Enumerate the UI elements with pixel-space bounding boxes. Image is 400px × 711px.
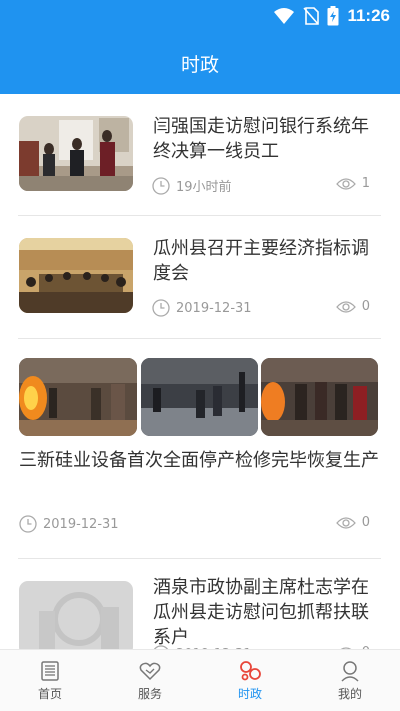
eye-icon — [335, 300, 356, 313]
news-time: 19小时前 — [152, 176, 232, 195]
news-views: 1 — [335, 176, 370, 191]
page-title: 时政 — [180, 53, 219, 76]
news-views-count: 0 — [361, 515, 370, 530]
news-thumbnail — [141, 358, 258, 436]
news-title[interactable]: 三新硅业设备首次全面停产检修完毕恢复生产 — [19, 448, 381, 473]
news-item[interactable]: 瓜州县召开主要经济指标调度会 2019-12-31 0 — [0, 216, 400, 338]
clock-time: 11:26 — [347, 6, 390, 25]
news-time: 2019-12-31 — [19, 515, 119, 533]
news-views: 0 — [335, 299, 370, 314]
news-views-count: 0 — [361, 299, 370, 314]
news-views: 0 — [335, 515, 370, 530]
nav-label: 时政 — [237, 686, 262, 701]
eye-icon — [335, 177, 356, 190]
news-title[interactable]: 酒泉市政协副主席杜志学在瓜州县走访慰问包抓帮扶联系户 — [153, 575, 377, 649]
bottom-nav: 首页 服务 时政 我的 — [0, 649, 400, 711]
status-bar: 11:26 — [0, 0, 400, 32]
news-thumbnail — [19, 358, 137, 436]
news-title[interactable]: 闫强国走访慰问银行系统年终决算一线员工 — [153, 114, 377, 164]
nav-label: 我的 — [337, 686, 362, 701]
news-time-text: 2019-12-31 — [43, 516, 119, 532]
battery-charging-icon — [327, 6, 339, 26]
nav-mine[interactable]: 我的 — [300, 650, 400, 711]
nav-service[interactable]: 服务 — [100, 650, 200, 711]
news-time-text: 19小时前 — [176, 180, 232, 195]
nav-label: 首页 — [37, 686, 62, 701]
news-title[interactable]: 瓜州县召开主要经济指标调度会 — [153, 236, 377, 286]
news-rings-icon — [240, 660, 261, 680]
news-item[interactable]: 闫强国走访慰问银行系统年终决算一线员工 19小时前 1 — [0, 94, 400, 215]
home-icon — [41, 660, 59, 681]
news-item[interactable]: 酒泉市政协副主席杜志学在瓜州县走访慰问包抓帮扶联系户 2019-12-31 0 — [0, 559, 400, 649]
news-thumbnail — [19, 581, 133, 649]
clock-icon — [152, 299, 170, 317]
nav-label: 服务 — [137, 686, 162, 701]
no-sim-icon — [303, 7, 320, 25]
nav-politics[interactable]: 时政 — [200, 650, 300, 711]
news-feed[interactable]: 闫强国走访慰问银行系统年终决算一线员工 19小时前 1 瓜州县召开主要经济指标调… — [0, 94, 400, 649]
clock-icon — [19, 515, 37, 533]
eye-icon — [335, 516, 356, 529]
news-thumbnail — [261, 358, 378, 436]
user-icon — [341, 660, 359, 682]
clock-icon — [152, 176, 170, 195]
news-thumbnail — [19, 238, 133, 313]
app-header: 时政 — [0, 32, 400, 94]
handshake-icon — [139, 662, 161, 680]
news-views-count: 1 — [361, 176, 370, 191]
news-time: 2019-12-31 — [152, 299, 252, 317]
news-time-text: 2019-12-31 — [176, 300, 252, 316]
news-thumbnail — [19, 116, 133, 191]
wifi-icon — [274, 8, 295, 24]
nav-home[interactable]: 首页 — [0, 650, 100, 711]
news-item[interactable]: 三新硅业设备首次全面停产检修完毕恢复生产 2019-12-31 0 — [0, 339, 400, 558]
